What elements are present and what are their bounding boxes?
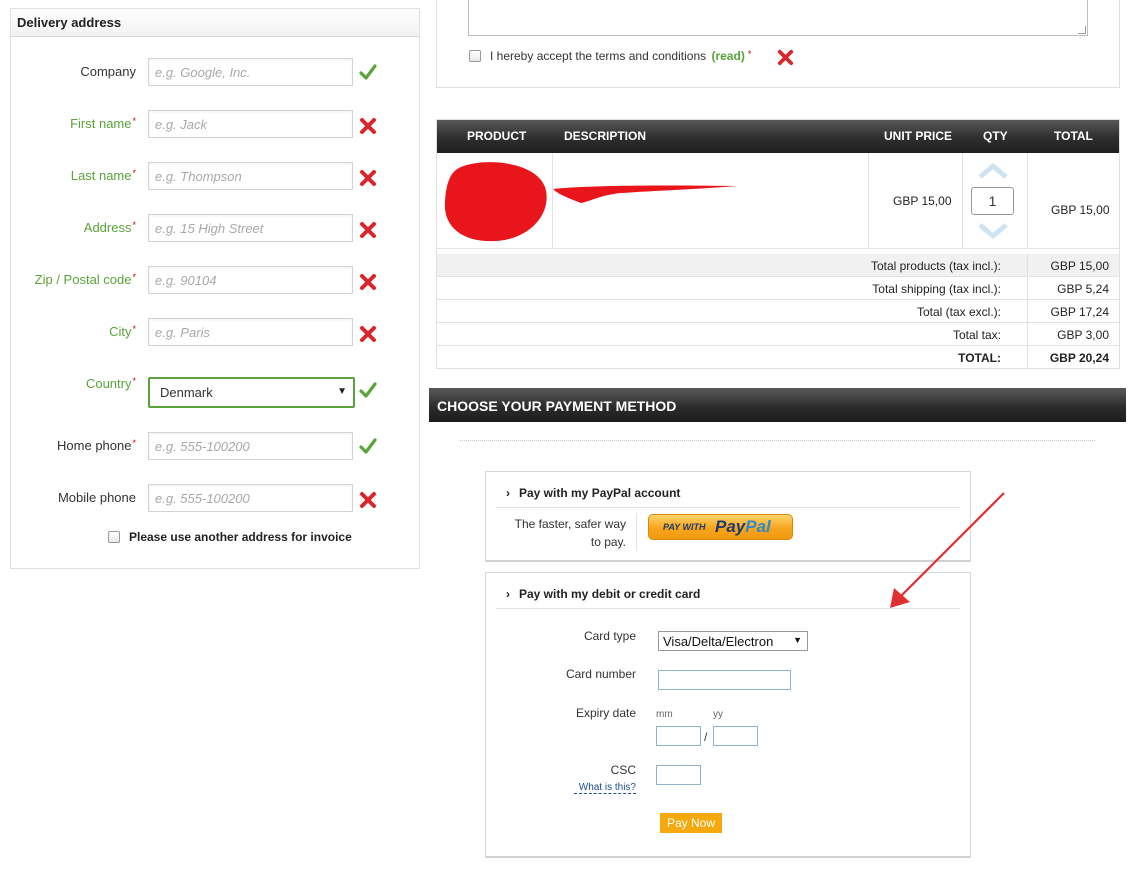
card-number-input[interactable] — [658, 670, 791, 690]
expiry-separator: / — [704, 730, 708, 744]
card-type-label: Card type — [583, 629, 636, 643]
company-label: Company — [80, 64, 136, 79]
company-input[interactable] — [148, 58, 353, 86]
summary-row-tax: Total tax: GBP 3,00 — [437, 323, 1119, 346]
col-description: DESCRIPTION — [564, 129, 647, 143]
payment-method-header: CHOOSE YOUR PAYMENT METHOD — [429, 388, 1126, 422]
valid-check-icon — [359, 382, 377, 398]
expiry-date-label: Expiry date — [575, 706, 636, 720]
invalid-cross-icon — [360, 222, 376, 238]
zip-label: Zip / Postal code* — [34, 272, 136, 287]
pay-now-button[interactable]: Pay Now — [660, 813, 722, 833]
terms-panel: I hereby accept the terms and conditions… — [436, 0, 1120, 88]
delivery-address-title: Delivery address — [11, 9, 419, 37]
invalid-cross-icon — [360, 492, 376, 508]
card-number-label: Card number — [565, 667, 636, 681]
csc-label: CSC — [610, 763, 636, 777]
terms-read-link[interactable]: (read) — [711, 49, 744, 63]
paypal-option-title[interactable]: › Pay with my PayPal account — [506, 486, 680, 500]
redacted-product-image — [444, 162, 547, 242]
card-payment-option: › Pay with my debit or credit card Card t… — [485, 572, 971, 858]
card-type-select[interactable]: Visa/Delta/Electron ▼ — [658, 631, 808, 651]
col-total: TOTAL — [1054, 129, 1093, 143]
item-unit-price: GBP 15,00 — [893, 194, 952, 208]
col-product: PRODUCT — [467, 129, 527, 143]
expiry-year-hint: yy — [713, 709, 723, 720]
expiry-month-input[interactable] — [656, 726, 701, 746]
card-option-title[interactable]: › Pay with my debit or credit card — [506, 587, 700, 601]
order-comment-textarea[interactable] — [468, 0, 1088, 36]
invalid-cross-icon — [360, 118, 376, 134]
first-name-label: First name* — [70, 116, 136, 131]
resize-grip-icon[interactable] — [1078, 26, 1086, 34]
summary-row-shipping: Total shipping (tax incl.): GBP 5,24 — [437, 277, 1119, 300]
address-input[interactable] — [148, 214, 353, 242]
invoice-address-label: Please use another address for invoice — [129, 530, 352, 544]
chevron-right-icon: › — [506, 486, 510, 500]
paypal-description: The faster, safer way to pay. — [514, 517, 626, 549]
valid-check-icon — [359, 438, 377, 454]
mobile-phone-input[interactable] — [148, 484, 353, 512]
delivery-address-panel: Delivery address Company First name* Las… — [10, 8, 420, 569]
dropdown-arrow-icon: ▼ — [337, 386, 347, 397]
first-name-input[interactable] — [148, 110, 353, 138]
cart-item-row: GBP 15,00 1 GBP 15,00 — [437, 153, 1119, 249]
col-qty: QTY — [983, 129, 1008, 143]
zip-input[interactable] — [148, 266, 353, 294]
invalid-cross-icon — [360, 170, 376, 186]
csc-input[interactable] — [656, 765, 701, 785]
summary-row-total-excl: Total (tax excl.): GBP 17,24 — [437, 300, 1119, 323]
terms-checkbox[interactable] — [469, 50, 481, 62]
csc-help-link[interactable]: What is this? — [574, 782, 636, 794]
paypal-checkout-button[interactable]: PAY WITH PayPal — [648, 514, 793, 540]
cart-table-header: PRODUCT DESCRIPTION UNIT PRICE QTY TOTAL — [437, 120, 1119, 153]
redacted-product-description — [553, 185, 737, 203]
country-select[interactable]: Denmark ▼ — [148, 377, 355, 408]
divider — [460, 440, 1095, 441]
terms-label: I hereby accept the terms and conditions… — [490, 49, 752, 63]
summary-row-grand-total: TOTAL: GBP 20,24 — [437, 346, 1119, 369]
dropdown-arrow-icon: ▼ — [793, 635, 802, 645]
qty-input[interactable]: 1 — [971, 187, 1014, 215]
valid-check-icon — [359, 64, 377, 80]
city-input[interactable] — [148, 318, 353, 346]
chevron-right-icon: › — [506, 587, 510, 601]
annotation-arrow-icon — [890, 492, 1005, 608]
home-phone-input[interactable] — [148, 432, 353, 460]
invoice-address-checkbox[interactable] — [108, 531, 120, 543]
home-phone-label: Home phone* — [57, 438, 136, 453]
item-total: GBP 15,00 — [1051, 203, 1110, 217]
summary-row-products: Total products (tax incl.): GBP 15,00 — [437, 254, 1119, 277]
city-label: City* — [109, 324, 136, 339]
invalid-cross-icon — [360, 274, 376, 290]
expiry-month-hint: mm — [656, 709, 673, 720]
expiry-year-input[interactable] — [713, 726, 758, 746]
col-unit-price: UNIT PRICE — [884, 129, 953, 143]
qty-increase-icon[interactable] — [978, 162, 1008, 180]
cart-table: PRODUCT DESCRIPTION UNIT PRICE QTY TOTAL… — [436, 119, 1120, 369]
invalid-cross-icon — [777, 49, 794, 66]
qty-decrease-icon[interactable] — [978, 222, 1008, 240]
last-name-label: Last name* — [70, 168, 136, 183]
last-name-input[interactable] — [148, 162, 353, 190]
invalid-cross-icon — [360, 326, 376, 342]
country-label: Country* — [85, 376, 136, 391]
mobile-phone-label: Mobile phone — [57, 490, 136, 505]
address-label: Address* — [83, 220, 136, 235]
